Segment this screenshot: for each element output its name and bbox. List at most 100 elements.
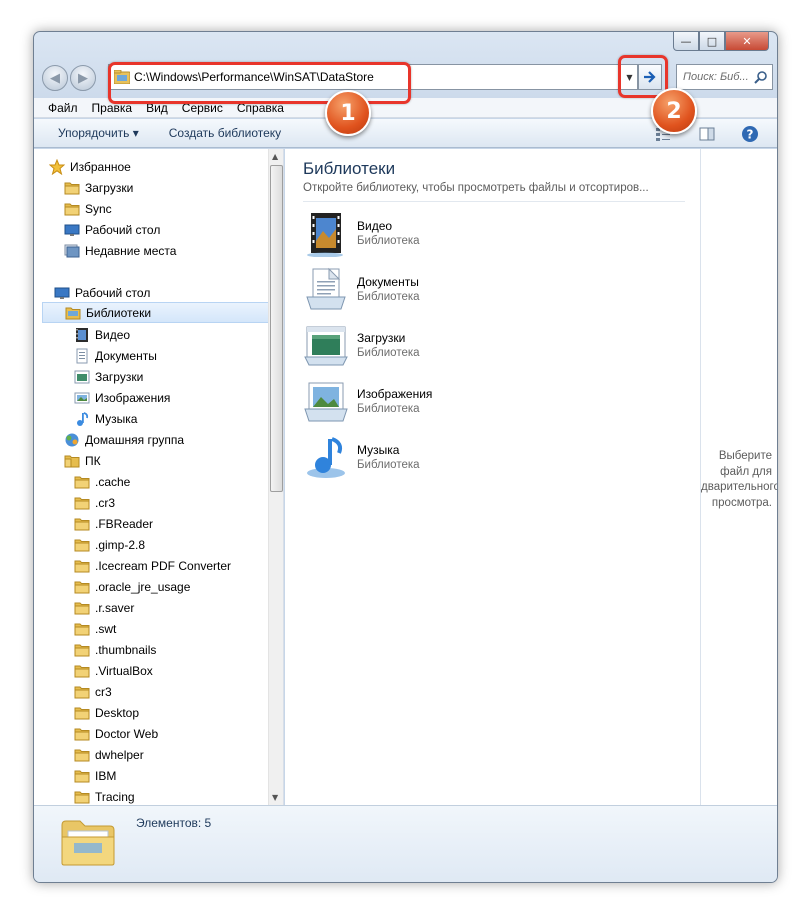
- tree-item-label: Недавние места: [85, 243, 177, 258]
- tree-item[interactable]: Недавние места: [64, 240, 176, 261]
- tree-item[interactable]: Рабочий стол: [64, 219, 160, 240]
- tree-item-label: Desktop: [95, 705, 140, 720]
- tree-item[interactable]: .thumbnails: [74, 639, 156, 660]
- preview-pane-icon[interactable]: [699, 126, 715, 142]
- tree-item-label: Tracing: [95, 789, 135, 804]
- tree-item[interactable]: Видео: [74, 324, 130, 345]
- organize-button[interactable]: Упорядочить ▾: [58, 126, 139, 140]
- tree-item[interactable]: Документы: [74, 345, 157, 366]
- tree-item-label: Загрузки: [85, 180, 134, 195]
- page-title: Библиотеки: [303, 159, 396, 178]
- folder-icon: [74, 621, 90, 637]
- tree-item[interactable]: .gimp-2.8: [74, 534, 145, 555]
- library-item[interactable]: Музыка Библиотека: [303, 435, 503, 483]
- tree-item[interactable]: Загрузки: [64, 177, 133, 198]
- library-name: Музыка: [357, 443, 400, 457]
- forward-button[interactable]: ▶: [70, 65, 96, 91]
- tree-item[interactable]: ПК: [64, 450, 101, 471]
- library-item[interactable]: Изображения Библиотека: [303, 379, 503, 427]
- tree-item[interactable]: Избранное: [49, 156, 131, 177]
- scrollbar-thumb[interactable]: [270, 165, 283, 492]
- maximize-button[interactable]: □: [699, 32, 725, 51]
- library-type: Библиотека: [357, 459, 420, 471]
- scroll-up-icon[interactable]: ▲: [272, 152, 278, 161]
- tree-item[interactable]: .r.saver: [74, 597, 134, 618]
- tree-item-label: cr3: [95, 684, 112, 699]
- tree-item[interactable]: .FBReader: [74, 513, 153, 534]
- explorer-window: — □ ✕ ◀ ▶ C:\Windows\Performance\WinSAT\…: [33, 31, 778, 883]
- folder-icon: [74, 642, 90, 658]
- tree-item-label: ПК: [85, 453, 101, 468]
- documents-library-icon: [74, 348, 90, 364]
- library-item[interactable]: Загрузки Библиотека: [303, 323, 503, 371]
- tree-item-label: Изображения: [95, 390, 171, 405]
- tree-item-label: Рабочий стол: [75, 285, 151, 300]
- tree-item[interactable]: Домашняя группа: [64, 429, 184, 450]
- close-button[interactable]: ✕: [725, 32, 769, 51]
- preview-message: Выберите файл для дварительного просмотр…: [701, 450, 778, 509]
- tree-item[interactable]: .swt: [74, 618, 116, 639]
- tree-item[interactable]: .oracle_jre_usage: [74, 576, 190, 597]
- folder-icon: [74, 495, 90, 511]
- tree-item-label: IBM: [95, 768, 117, 783]
- details-pane: Элементов: 5: [34, 805, 777, 882]
- tree-item-label: .oracle_jre_usage: [95, 579, 191, 594]
- folder-icon: [74, 726, 90, 742]
- back-button[interactable]: ◀: [42, 65, 68, 91]
- tree-item[interactable]: Рабочий стол: [54, 282, 150, 303]
- tree-item[interactable]: dwhelper: [74, 744, 144, 765]
- library-name: Видео: [357, 219, 393, 233]
- tree-item[interactable]: Изображения: [74, 387, 170, 408]
- tree-item[interactable]: Sync: [64, 198, 112, 219]
- folder-icon: [64, 180, 80, 196]
- tree-item-label: Библиотеки: [86, 305, 152, 320]
- library-item[interactable]: Видео Библиотека: [303, 211, 503, 259]
- tree-item[interactable]: Tracing: [74, 786, 135, 805]
- tree-item[interactable]: Загрузки: [74, 366, 143, 387]
- tree-item[interactable]: IBM: [74, 765, 116, 786]
- svg-text:?: ?: [747, 128, 754, 142]
- library-name: Загрузки: [357, 331, 406, 345]
- scroll-down-icon[interactable]: ▼: [272, 793, 278, 802]
- tree-item[interactable]: cr3: [74, 681, 112, 702]
- folder-icon: [74, 705, 90, 721]
- help-icon[interactable]: ?: [741, 125, 759, 143]
- step-badge-1: 1: [325, 90, 371, 136]
- tree-item[interactable]: .Icecream PDF Converter: [74, 555, 231, 576]
- window-controls: — □ ✕: [673, 32, 769, 51]
- folder-icon: [74, 663, 90, 679]
- divider: [303, 201, 685, 202]
- library-item[interactable]: Документы Библиотека: [303, 267, 503, 315]
- library-type: Библиотека: [357, 347, 420, 359]
- folder-icon: [74, 537, 90, 553]
- library-type: Библиотека: [357, 291, 420, 303]
- search-placeholder: Поиск: Биб...: [683, 71, 749, 83]
- tree-item[interactable]: Doctor Web: [74, 723, 158, 744]
- step-badge-2: 2: [651, 88, 697, 134]
- item-count-label: Элементов: 5: [136, 816, 212, 830]
- tree-item-label: Рабочий стол: [85, 222, 161, 237]
- recent-places-icon: [64, 243, 80, 259]
- computer-folder-icon: [64, 453, 80, 469]
- minimize-button[interactable]: —: [673, 32, 699, 51]
- new-library-button[interactable]: Создать библиотеку: [169, 126, 281, 140]
- search-input[interactable]: Поиск: Биб...: [676, 64, 773, 90]
- folder-icon: [74, 558, 90, 574]
- menu-file[interactable]: Файл: [48, 101, 78, 115]
- tree-item[interactable]: Библиотеки: [42, 302, 270, 323]
- tree-item-label: .Icecream PDF Converter: [95, 558, 232, 573]
- tree-item[interactable]: .cr3: [74, 492, 115, 513]
- libraries-icon: [65, 305, 81, 321]
- tree-item[interactable]: Desktop: [74, 702, 139, 723]
- navigation-scrollbar[interactable]: ▲ ▼: [268, 149, 283, 805]
- tree-item[interactable]: Музыка: [74, 408, 137, 429]
- tree-item-label: .gimp-2.8: [95, 537, 146, 552]
- page-subtitle: Откройте библиотеку, чтобы просмотреть ф…: [303, 182, 649, 194]
- folder-icon: [64, 201, 80, 217]
- tree-item[interactable]: .VirtualBox: [74, 660, 153, 681]
- star-icon: [49, 158, 65, 175]
- tree-item[interactable]: .cache: [74, 471, 130, 492]
- library-type: Библиотека: [357, 235, 420, 247]
- homegroup-icon: [64, 432, 80, 448]
- tree-item-label: .r.saver: [95, 600, 135, 615]
